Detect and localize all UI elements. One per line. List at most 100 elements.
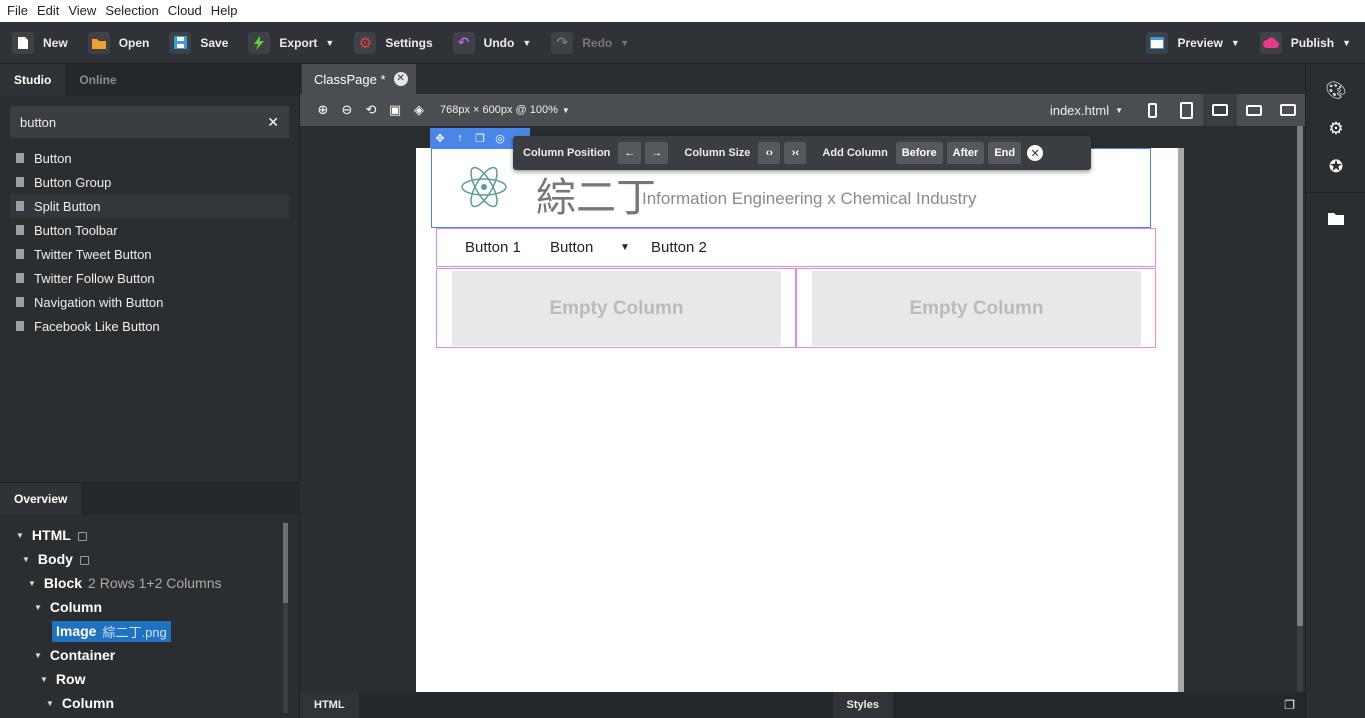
close-tab-icon[interactable]: ✕	[393, 72, 408, 86]
list-item[interactable]: Twitter Tweet Button	[10, 242, 289, 266]
nav-button-1[interactable]: Button 1	[465, 239, 521, 256]
menu-help[interactable]: Help	[208, 0, 244, 22]
clear-search-icon[interactable]: ✕	[267, 114, 279, 131]
zoom-out-icon[interactable]: ⊖	[338, 102, 356, 118]
list-item[interactable]: Button	[10, 146, 289, 170]
tree-node-column[interactable]: ▼ Column	[0, 595, 300, 619]
search-input[interactable]	[20, 114, 268, 130]
view-toolbar: ⊕ ⊖ ⟲ ▣ ◈ 768px × 600px @ 100% ▼ index.h…	[300, 94, 1305, 126]
move-left-button[interactable]: ←	[618, 142, 642, 164]
list-item[interactable]: Twitter Follow Button	[10, 266, 289, 290]
new-button[interactable]: New	[0, 22, 76, 64]
nav-row[interactable]: Button 1 Button ▼ Button 2	[436, 228, 1156, 267]
tablet-portrait-icon[interactable]	[1169, 94, 1203, 126]
layers-icon[interactable]: ◈	[410, 102, 428, 118]
tab-html[interactable]: HTML	[300, 692, 359, 718]
tab-overview[interactable]: Overview	[0, 483, 82, 515]
tree-node-image[interactable]: Image 綜二丁.png	[0, 619, 300, 643]
menu-cloud[interactable]: Cloud	[165, 0, 208, 22]
expand-triangle-icon[interactable]: ▼	[34, 603, 42, 612]
caret-down-icon: ▼	[620, 37, 630, 48]
nav-button-2[interactable]: Button 2	[651, 239, 707, 256]
viewport-size[interactable]: 768px × 600px @ 100%	[440, 104, 558, 116]
selected-node[interactable]: Image 綜二丁.png	[52, 620, 171, 642]
phone-portrait-icon[interactable]	[1135, 94, 1169, 126]
export-label: Export	[279, 35, 318, 50]
open-button[interactable]: Open	[76, 22, 158, 64]
tree-node-label: Column	[61, 695, 115, 711]
star-icon[interactable]: ✪	[1306, 148, 1365, 186]
nav-split-button[interactable]: Button	[550, 239, 593, 256]
list-item[interactable]: Button Group	[10, 170, 289, 194]
tab-styles[interactable]: Styles	[832, 692, 893, 718]
list-item[interactable]: Split Button	[10, 194, 289, 218]
overview-panel: Overview ▼ HTML ▼ Body ▼ Block 2 Rows 1+2 Co…	[0, 482, 300, 718]
palette-icon[interactable]: 🎨︎	[1306, 72, 1365, 110]
file-select[interactable]: index.html	[1050, 103, 1109, 118]
tablet-landscape-icon[interactable]	[1203, 94, 1237, 126]
close-icon[interactable]: ✕	[1027, 145, 1044, 161]
select-parent-icon[interactable]: ↑	[450, 128, 470, 148]
tree-node-column[interactable]: ▼ Column	[0, 691, 300, 715]
undo-button[interactable]: ↶ Undo ▼	[441, 22, 540, 64]
shrink-column-button[interactable]: ›‹	[784, 142, 807, 164]
preview-button[interactable]: Preview ▼	[1134, 22, 1247, 64]
move-icon[interactable]: ✥	[430, 128, 450, 148]
column-left[interactable]: Empty Column	[436, 268, 796, 348]
export-button[interactable]: Export ▼	[236, 22, 342, 64]
add-end-button[interactable]: End	[988, 142, 1022, 164]
expand-column-button[interactable]: ‹›	[758, 142, 781, 164]
list-item[interactable]: Navigation with Button	[10, 290, 289, 314]
maximize-icon[interactable]: ❐	[1284, 698, 1295, 712]
caret-down-icon[interactable]: ▼	[620, 242, 630, 253]
menu-view[interactable]: View	[65, 0, 102, 22]
dom-tree: ▼ HTML ▼ Body ▼ Block 2 Rows 1+2 Columns ▼ Co…	[0, 515, 300, 715]
scrollbar-thumb[interactable]	[283, 523, 288, 603]
menu-selection[interactable]: Selection	[102, 0, 164, 22]
menu-file[interactable]: File	[4, 0, 34, 22]
tab-studio[interactable]: Studio	[0, 64, 66, 96]
tree-node-block[interactable]: ▼ Block 2 Rows 1+2 Columns	[0, 571, 300, 595]
list-item[interactable]: Facebook Like Button	[10, 314, 289, 338]
tab-classpage[interactable]: ClassPage * ✕	[302, 64, 416, 94]
add-after-button[interactable]: After	[946, 142, 985, 164]
tree-node-container[interactable]: ▼ Container	[0, 643, 300, 667]
expand-triangle-icon[interactable]: ▼	[46, 699, 54, 708]
hide-icon[interactable]: ◎	[490, 128, 510, 148]
gear-icon[interactable]: ⚙	[1306, 110, 1365, 148]
tree-node-row[interactable]: ▼ Row	[0, 667, 300, 691]
list-item-label: Navigation with Button	[34, 294, 164, 310]
column-right[interactable]: Empty Column	[796, 268, 1156, 348]
expand-triangle-icon[interactable]: ▼	[40, 675, 48, 684]
save-button[interactable]: Save	[157, 22, 236, 64]
list-item-label: Button Toolbar	[34, 222, 118, 238]
redo-button[interactable]: ↷ Redo ▼	[539, 22, 637, 64]
settings-button[interactable]: ⚙ Settings	[342, 22, 440, 64]
expand-triangle-icon[interactable]: ▼	[28, 579, 36, 588]
add-before-button[interactable]: Before	[895, 142, 943, 164]
overview-scrollbar[interactable]	[283, 523, 288, 713]
tree-node-html[interactable]: ▼ HTML	[0, 523, 300, 547]
list-item[interactable]: Button Toolbar	[10, 218, 289, 242]
document-icon	[16, 153, 24, 163]
expand-triangle-icon[interactable]: ▼	[22, 555, 30, 564]
zoom-in-icon[interactable]: ⊕	[314, 102, 332, 118]
laptop-icon[interactable]	[1237, 94, 1271, 126]
desktop-icon[interactable]	[1271, 94, 1305, 126]
tree-node-body[interactable]: ▼ Body	[0, 547, 300, 571]
publish-button[interactable]: Publish ▼	[1248, 22, 1365, 64]
expand-triangle-icon[interactable]: ▼	[34, 651, 42, 660]
page-scrollbar[interactable]	[1178, 148, 1184, 692]
scrollbar-thumb[interactable]	[1297, 126, 1303, 626]
folder-icon[interactable]	[1306, 199, 1365, 237]
scrollbar-thumb[interactable]	[1178, 148, 1184, 692]
rotate-icon[interactable]: ⟲	[362, 102, 380, 118]
canvas-scrollbar[interactable]	[1297, 126, 1303, 692]
menu-edit[interactable]: Edit	[34, 0, 65, 22]
resize-icon[interactable]: ▣	[386, 102, 404, 118]
expand-triangle-icon[interactable]: ▼	[16, 531, 24, 540]
tab-online[interactable]: Online	[65, 64, 130, 96]
duplicate-icon[interactable]: ❐	[470, 128, 490, 148]
add-column-label: Add Column	[822, 147, 888, 159]
move-right-button[interactable]: →	[645, 142, 669, 164]
